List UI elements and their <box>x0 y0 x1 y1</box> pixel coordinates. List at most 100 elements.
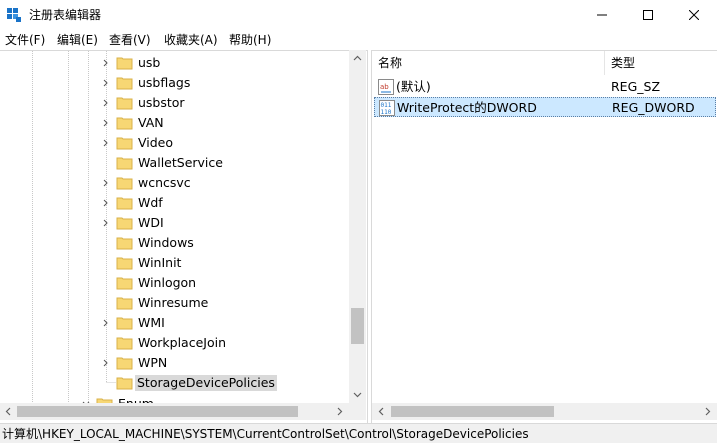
tree-item-label: VAN <box>138 115 164 130</box>
tree-item-winlogon[interactable]: Winlogon <box>100 273 350 293</box>
tree-item-label: Windows <box>138 235 194 250</box>
folder-icon <box>116 257 133 270</box>
tree-item-usbflags[interactable]: usbflags <box>100 73 350 93</box>
value-type: REG_DWORD <box>612 100 695 115</box>
chevron-right-icon[interactable] <box>100 97 112 109</box>
chevron-right-icon[interactable] <box>100 57 112 69</box>
tree-item-label: Video <box>138 135 174 150</box>
scroll-right-icon <box>337 407 343 416</box>
svg-text:011: 011 <box>381 102 392 109</box>
key-tree[interactable]: usb usbflags usbstor VAN Video WalletService w… <box>0 50 368 423</box>
folder-icon <box>116 237 133 250</box>
chevron-right-icon[interactable] <box>100 177 112 189</box>
chevron-right-icon[interactable] <box>100 197 112 209</box>
menu-help[interactable]: 帮助(H) <box>226 32 274 48</box>
folder-icon <box>116 377 133 390</box>
value-type: REG_SZ <box>611 79 661 94</box>
tree-item-wmi[interactable]: WMI <box>100 313 350 333</box>
tree-item-workplacejoin[interactable]: WorkplaceJoin <box>100 333 350 353</box>
tree-horizontal-scrollbar[interactable] <box>0 403 349 420</box>
column-header-name[interactable]: 名称 <box>372 51 402 75</box>
chevron-right-icon[interactable] <box>100 137 112 149</box>
folder-icon <box>116 97 133 110</box>
folder-icon <box>116 57 133 70</box>
tree-item-usbstor[interactable]: usbstor <box>100 93 350 113</box>
folder-icon <box>116 137 133 150</box>
folder-icon <box>116 77 133 90</box>
tree-horizontal-scroll-thumb[interactable] <box>17 406 298 417</box>
tree-item-van[interactable]: VAN <box>100 113 350 133</box>
scroll-left-icon <box>5 407 11 416</box>
minimize-button[interactable] <box>579 0 625 30</box>
tree-item-label: WinInit <box>138 255 182 270</box>
status-bar: 计算机\HKEY_LOCAL_MACHINE\SYSTEM\CurrentCon… <box>0 423 717 443</box>
binary-value-icon: 011 110 <box>379 100 395 116</box>
minimize-icon <box>597 14 607 16</box>
tree-item-winresume[interactable]: Winresume <box>100 293 350 313</box>
tree-vertical-scrollbar[interactable] <box>349 50 366 403</box>
status-path: 计算机\HKEY_LOCAL_MACHINE\SYSTEM\CurrentCon… <box>2 427 529 441</box>
tree-item-label: usbflags <box>138 75 191 90</box>
tree-item-wdf[interactable]: Wdf <box>100 193 350 213</box>
tree-item-wininit[interactable]: WinInit <box>100 253 350 273</box>
tree-item-label: usbstor <box>138 95 185 110</box>
folder-icon <box>116 277 133 290</box>
value-list[interactable]: 名称 类型 ab (默认) REG_SZ 011 110 WriteProtec… <box>371 50 717 423</box>
close-icon <box>689 10 699 20</box>
folder-icon <box>116 117 133 130</box>
menu-favorites[interactable]: 收藏夹(A) <box>161 32 221 48</box>
folder-icon <box>116 157 133 170</box>
tree-item-label: usb <box>138 55 161 70</box>
scroll-up-icon <box>353 55 362 61</box>
chevron-right-icon[interactable] <box>100 217 112 229</box>
column-header-type[interactable]: 类型 <box>605 51 635 75</box>
chevron-right-icon[interactable] <box>100 317 112 329</box>
title-bar: 注册表编辑器 <box>0 0 717 30</box>
chevron-right-icon[interactable] <box>100 117 112 129</box>
maximize-button[interactable] <box>625 0 671 30</box>
tree-item-wpn[interactable]: WPN <box>100 353 350 373</box>
tree-item-label: wcncsvc <box>138 175 191 190</box>
svg-text:ab: ab <box>380 83 389 91</box>
value-name: WriteProtect的DWORD <box>397 100 537 115</box>
tree-item-label: WPN <box>138 355 168 370</box>
scrollbar-corner <box>349 403 366 420</box>
value-row-default[interactable]: ab (默认) REG_SZ <box>374 77 716 97</box>
value-row-writeprotect[interactable]: 011 110 WriteProtect的DWORD REG_DWORD <box>374 97 716 117</box>
maximize-icon <box>643 10 653 20</box>
string-value-icon: ab <box>378 79 394 95</box>
tree-item-walletservice[interactable]: WalletService <box>100 153 350 173</box>
folder-icon <box>116 217 133 230</box>
tree-item-label: WalletService <box>138 155 223 170</box>
folder-icon <box>116 357 133 370</box>
menu-bar: 文件(F) 编辑(E) 查看(V) 收藏夹(A) 帮助(H) <box>0 30 717 50</box>
list-horizontal-scrollbar[interactable] <box>372 403 717 420</box>
tree-item-wcncsvc[interactable]: wcncsvc <box>100 173 350 193</box>
tree-item-windows[interactable]: Windows <box>100 233 350 253</box>
close-button[interactable] <box>671 0 717 30</box>
tree-item-label: StorageDevicePolicies <box>135 375 277 391</box>
menu-file[interactable]: 文件(F) <box>2 32 48 48</box>
tree-item-label: Winlogon <box>138 275 197 290</box>
menu-edit[interactable]: 编辑(E) <box>54 32 101 48</box>
value-name: (默认) <box>396 79 431 94</box>
registry-editor-icon <box>7 8 21 22</box>
tree-item-label: Winresume <box>138 295 209 310</box>
tree-item-wdi[interactable]: WDI <box>100 213 350 233</box>
tree-vertical-scroll-thumb[interactable] <box>351 308 364 344</box>
list-horizontal-scroll-thumb[interactable] <box>391 406 554 417</box>
menu-view[interactable]: 查看(V) <box>106 32 154 48</box>
folder-icon <box>116 337 133 350</box>
folder-icon <box>116 177 133 190</box>
chevron-right-icon[interactable] <box>100 77 112 89</box>
tree-item-video[interactable]: Video <box>100 133 350 153</box>
scroll-right-icon <box>705 407 711 416</box>
chevron-right-icon[interactable] <box>100 357 112 369</box>
folder-icon <box>116 297 133 310</box>
tree-item-label: WorkplaceJoin <box>138 335 227 350</box>
tree-item-storagedevicepolicies[interactable]: StorageDevicePolicies <box>100 373 350 393</box>
window-title: 注册表编辑器 <box>29 8 102 22</box>
scroll-down-icon <box>353 392 362 398</box>
tree-item-usb[interactable]: usb <box>100 53 350 73</box>
svg-text:110: 110 <box>381 109 392 116</box>
